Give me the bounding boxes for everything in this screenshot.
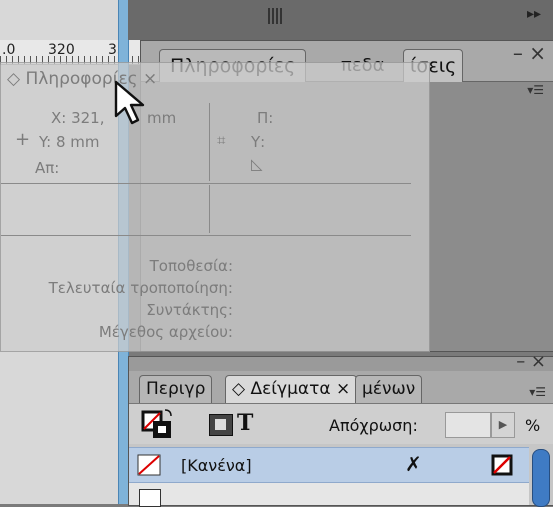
swatch-color-icon xyxy=(139,489,161,507)
swatches-toolbar: T Απόχρωση: ▶ % xyxy=(129,404,553,444)
dragged-info-panel[interactable]: ◇ Πληροφορίες × X: 321, mm + Y: 8 mm Απ:… xyxy=(0,62,430,352)
text-fill-icon[interactable]: T xyxy=(237,410,253,436)
mouse-pointer-icon xyxy=(114,80,145,125)
divider xyxy=(1,183,411,184)
width-label: Π: xyxy=(257,109,274,127)
swatch-row-none[interactable]: [Κανένα] ✗ xyxy=(129,447,529,483)
divider xyxy=(209,103,210,181)
panel-close-icon[interactable]: – × xyxy=(513,41,546,65)
no-edit-icon: ✗ xyxy=(405,452,422,476)
tint-label: Απόχρωση: xyxy=(329,416,418,435)
last-modified-label: Τελευταία τροποποίηση: xyxy=(48,279,233,297)
swatches-tabbar: Περιγρ ◇ Δείγματα × μένων ▾☰ xyxy=(129,371,553,404)
distance-label: Απ: xyxy=(35,159,60,177)
percent-label: % xyxy=(525,416,541,435)
swatches-panel: – × Περιγρ ◇ Δείγματα × μένων ▾☰ T Απόχρ… xyxy=(128,351,553,507)
swatch-type-icon xyxy=(491,454,513,476)
frame-icon: ⌗ xyxy=(217,131,226,149)
height-label: Υ: xyxy=(251,133,266,151)
panel-menu-icon[interactable]: ▾☰ xyxy=(529,385,546,399)
unit-label: mm xyxy=(147,109,177,127)
panel-grip-icon[interactable] xyxy=(268,8,282,24)
tab-swatches[interactable]: ◇ Δείγματα × xyxy=(225,375,358,403)
tab-other[interactable]: μένων xyxy=(355,375,423,403)
tint-arrow-icon[interactable]: ▶ xyxy=(491,412,515,438)
none-swatch-icon xyxy=(137,454,161,476)
divider xyxy=(1,235,411,236)
panel-menu-icon[interactable]: ▾☰ xyxy=(527,83,544,97)
panel-header[interactable]: – × xyxy=(129,351,553,372)
pasteboard: ▸▸ xyxy=(128,0,553,40)
angle-icon: ◺ xyxy=(251,155,263,173)
swatch-row[interactable] xyxy=(129,483,529,507)
scrollbar-thumb[interactable] xyxy=(532,449,550,507)
expand-arrows-icon[interactable]: ▸▸ xyxy=(527,6,541,22)
crosshair-icon: + xyxy=(15,129,31,150)
fill-stroke-icon[interactable] xyxy=(141,408,175,440)
divider xyxy=(209,185,210,233)
y-coordinate: Y: 8 mm xyxy=(39,133,100,151)
swatch-name: [Κανένα] xyxy=(181,456,252,475)
x-coordinate: X: 321, xyxy=(51,109,105,127)
container-icon[interactable] xyxy=(209,414,233,436)
location-label: Τοποθεσία: xyxy=(149,257,233,275)
tab-stroke[interactable]: Περιγρ xyxy=(139,375,213,403)
tint-input[interactable] xyxy=(445,412,491,438)
file-size-label: Μέγεθος αρχείου: xyxy=(98,323,233,341)
author-label: Συντάκτης: xyxy=(146,301,233,319)
panel-close-icon[interactable]: – × xyxy=(516,351,546,372)
